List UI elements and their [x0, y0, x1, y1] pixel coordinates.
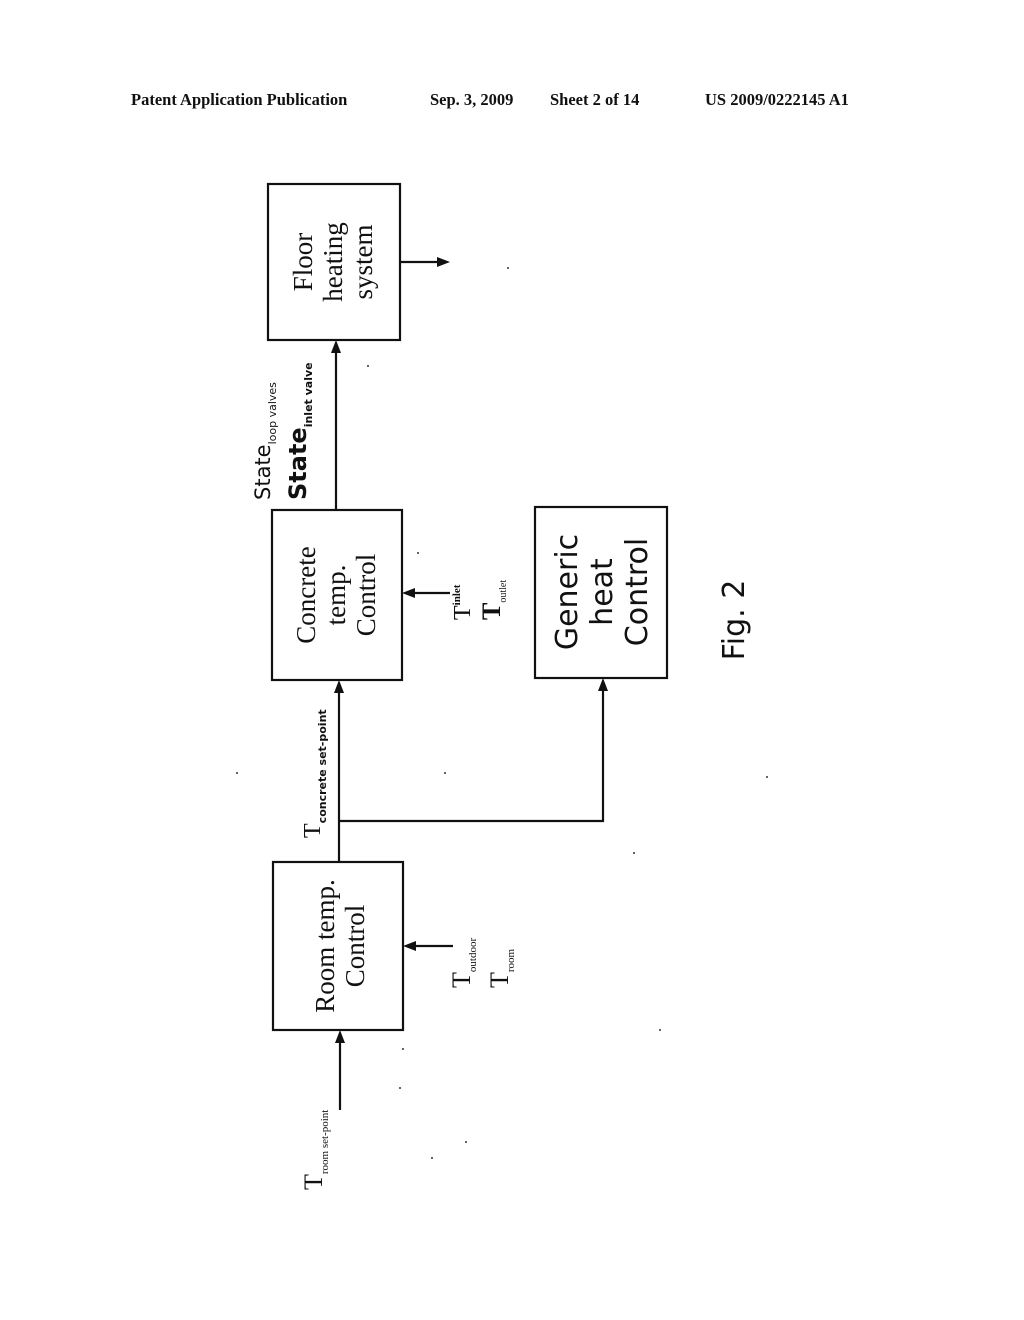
- svg-text:system: system: [348, 224, 378, 299]
- arrowhead: [402, 588, 415, 598]
- arrowhead: [403, 941, 416, 951]
- svg-text:temp.: temp.: [321, 565, 351, 626]
- t-outlet-label: Toutlet: [477, 580, 509, 620]
- arrowhead: [331, 340, 341, 353]
- svg-text:Floor: Floor: [288, 233, 318, 292]
- arrowhead: [598, 678, 608, 691]
- t-concrete-setpoint-label: Tconcrete set-point: [300, 709, 329, 838]
- svg-text:Tinlet: Tinlet: [450, 584, 476, 620]
- svg-text:Fig. 2: Fig. 2: [717, 580, 752, 661]
- arrowhead: [334, 680, 344, 693]
- svg-text:Room temp.: Room temp.: [310, 879, 340, 1013]
- t-inlet-label: Tinlet: [450, 584, 476, 620]
- t-room-setpoint-label: Troom set-point: [299, 1110, 331, 1190]
- svg-text:heating: heating: [318, 222, 348, 301]
- svg-text:Troom set-point: Troom set-point: [299, 1110, 331, 1190]
- t-room-label: Troom: [485, 948, 517, 988]
- svg-text:heat: heat: [585, 558, 620, 626]
- svg-text:Stateloop valves: Stateloop valves: [251, 382, 279, 500]
- figure-caption: Fig. 2: [717, 580, 752, 661]
- svg-text:Generic: Generic: [550, 534, 585, 650]
- floor-heating-label: Floor heating system: [288, 222, 378, 301]
- svg-text:Toutlet: Toutlet: [477, 580, 509, 620]
- svg-text:Tconcrete set-point: Tconcrete set-point: [300, 709, 329, 838]
- svg-text:Troom: Troom: [485, 948, 517, 988]
- state-loop-valves-label: Stateloop valves: [251, 382, 279, 500]
- svg-text:Control: Control: [351, 554, 381, 637]
- svg-text:Control: Control: [340, 905, 370, 988]
- state-inlet-valve-label: Stateinlet valve: [284, 362, 315, 500]
- svg-text:Control: Control: [620, 538, 655, 646]
- block-diagram: Floor heating system Concrete temp. Cont…: [236, 182, 768, 1190]
- generic-branch-line: [339, 690, 605, 823]
- svg-text:Stateinlet valve: Stateinlet valve: [284, 362, 315, 500]
- arrowhead: [335, 1030, 345, 1043]
- svg-text:Concrete: Concrete: [291, 546, 321, 643]
- arrowhead: [437, 257, 450, 267]
